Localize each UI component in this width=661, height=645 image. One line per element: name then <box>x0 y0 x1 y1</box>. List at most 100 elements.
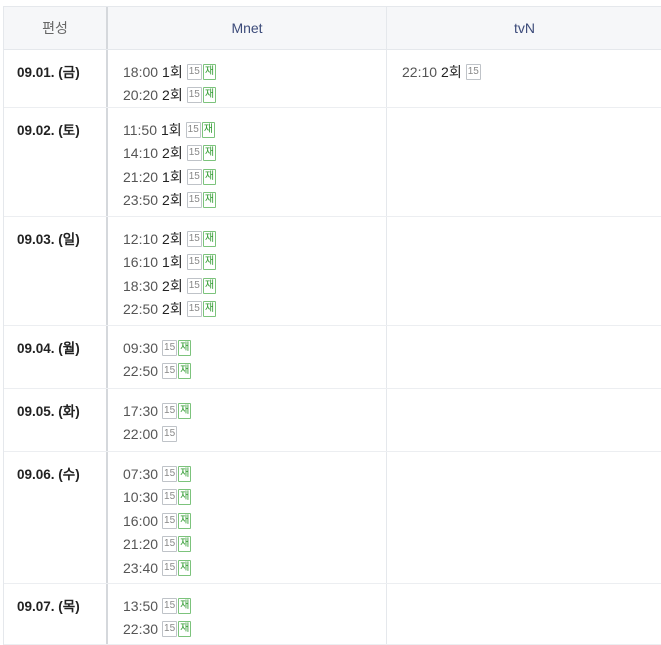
rerun-badge: 재 <box>178 512 192 529</box>
age-rating-badge: 15 <box>162 621 178 638</box>
mnet-cell: 17:30 15 재 22:00 15 <box>108 389 387 451</box>
age-rating-badge: 15 <box>162 597 178 614</box>
rerun-badge: 재 <box>202 230 217 247</box>
airing-item: 21:20 1회 15 재 <box>123 165 386 189</box>
tvn-cell <box>387 108 661 216</box>
air-time: 20:20 <box>123 87 159 104</box>
rerun-badge: 재 <box>202 254 217 271</box>
air-time: 18:00 <box>123 63 159 80</box>
tvn-cell <box>387 584 661 644</box>
airing-item: 11:50 1회 15 재 <box>123 118 386 142</box>
airing-item: 16:10 1회 15 재 <box>123 251 386 275</box>
air-time: 07:30 <box>123 465 159 482</box>
air-time: 12:10 <box>123 230 159 247</box>
date-cell: 09.01. (금) <box>4 50 108 107</box>
date-cell: 09.05. (화) <box>4 389 108 451</box>
rerun-badge: 재 <box>178 402 192 419</box>
table-row: 09.07. (목) 13:50 15 재 22:30 15 재 <box>4 584 661 645</box>
rerun-badge: 재 <box>178 465 192 482</box>
age-rating-badge: 15 <box>186 254 202 271</box>
rerun-badge: 재 <box>178 559 192 576</box>
rerun-badge: 재 <box>178 621 192 638</box>
episode-label: 2회 <box>162 87 183 104</box>
date-cell: 09.04. (월) <box>4 326 108 388</box>
age-rating-badge: 15 <box>186 301 202 318</box>
mnet-cell: 18:00 1회 15 재 20:20 2회 15 재 <box>108 50 387 107</box>
air-time: 10:30 <box>123 489 159 506</box>
table-row: 09.04. (월) 09:30 15 재 22:50 15 재 <box>4 326 661 389</box>
air-time: 16:00 <box>123 512 159 529</box>
episode-label: 1회 <box>162 168 183 185</box>
air-time: 22:30 <box>123 621 159 638</box>
air-time: 22:00 <box>123 426 159 443</box>
mnet-cell: 07:30 15 재 10:30 15 재 16:00 15 재 21:20 15 재 23:40 15 재 <box>108 452 387 583</box>
tvn-cell <box>387 217 661 325</box>
rerun-badge: 재 <box>178 363 192 380</box>
air-time: 23:40 <box>123 559 159 576</box>
date-cell: 09.06. (수) <box>4 452 108 583</box>
age-rating-badge: 15 <box>186 63 202 80</box>
date-cell: 09.03. (일) <box>4 217 108 325</box>
age-rating-badge: 15 <box>162 512 178 529</box>
header-date: 편성 <box>4 7 108 49</box>
air-time: 09:30 <box>123 339 159 356</box>
date-cell: 09.07. (목) <box>4 584 108 644</box>
air-time: 22:50 <box>123 363 159 380</box>
age-rating-badge: 15 <box>186 230 202 247</box>
airing-item: 22:00 15 <box>123 423 386 447</box>
rerun-badge: 재 <box>178 489 192 506</box>
air-time: 23:50 <box>123 192 159 209</box>
mnet-cell: 11:50 1회 15 재 14:10 2회 15 재 21:20 1회 15 재 23:50 2회 15 재 <box>108 108 387 216</box>
air-time: 21:20 <box>123 536 159 553</box>
airing-item: 23:40 15 재 <box>123 556 386 580</box>
episode-label: 2회 <box>162 192 183 209</box>
age-rating-badge: 15 <box>162 339 178 356</box>
date-cell: 09.02. (토) <box>4 108 108 216</box>
airing-item: 16:00 15 재 <box>123 509 386 533</box>
airing-item: 14:10 2회 15 재 <box>123 142 386 166</box>
airing-item: 22:50 2회 15 재 <box>123 298 386 322</box>
rerun-badge: 재 <box>201 121 215 138</box>
age-rating-badge: 15 <box>162 465 178 482</box>
episode-label: 2회 <box>162 277 183 294</box>
age-rating-badge: 15 <box>186 145 202 162</box>
airing-item: 09:30 15 재 <box>123 336 386 360</box>
episode-label: 1회 <box>161 121 182 138</box>
air-time: 17:30 <box>123 402 159 419</box>
rerun-badge: 재 <box>202 87 217 104</box>
age-rating-badge: 15 <box>162 489 178 506</box>
episode-label: 2회 <box>162 145 183 162</box>
air-time: 13:50 <box>123 597 159 614</box>
rerun-badge: 재 <box>202 145 217 162</box>
age-rating-badge: 15 <box>186 192 202 209</box>
age-rating-badge: 15 <box>162 426 178 443</box>
age-rating-badge: 15 <box>186 168 202 185</box>
air-time: 18:30 <box>123 277 159 294</box>
table-row: 09.06. (수) 07:30 15 재 10:30 15 재 16:00 15 재 21:20 1… <box>4 452 661 584</box>
table-row: 09.02. (토) 11:50 1회 15 재 14:10 2회 15 재 21:20 1회 15 재… <box>4 108 661 217</box>
age-rating-badge: 15 <box>162 363 178 380</box>
age-rating-badge: 15 <box>186 87 202 104</box>
broadcast-schedule-table: 편성 Mnet tvN 09.01. (금) 18:00 1회 15 재 20:20 2회 1… <box>3 6 661 645</box>
rerun-badge: 재 <box>202 192 217 209</box>
table-row: 09.05. (화) 17:30 15 재 22:00 15 <box>4 389 661 452</box>
rerun-badge: 재 <box>202 168 217 185</box>
episode-label: 2회 <box>441 63 462 80</box>
tvn-cell <box>387 326 661 388</box>
episode-label: 2회 <box>162 230 183 247</box>
age-rating-badge: 15 <box>186 277 202 294</box>
airing-item: 22:30 15 재 <box>123 618 386 642</box>
airing-item: 21:20 15 재 <box>123 533 386 557</box>
rerun-badge: 재 <box>178 536 192 553</box>
age-rating-badge: 15 <box>162 402 178 419</box>
air-time: 14:10 <box>123 145 159 162</box>
tvn-cell <box>387 389 661 451</box>
age-rating-badge: 15 <box>185 121 201 138</box>
age-rating-badge: 15 <box>465 63 481 80</box>
airing-item: 13:50 15 재 <box>123 594 386 618</box>
mnet-cell: 13:50 15 재 22:30 15 재 <box>108 584 387 644</box>
air-time: 11:50 <box>123 121 157 138</box>
table-header: 편성 Mnet tvN <box>4 6 661 50</box>
air-time: 21:20 <box>123 168 159 185</box>
airing-item: 18:00 1회 15 재 <box>123 60 386 84</box>
